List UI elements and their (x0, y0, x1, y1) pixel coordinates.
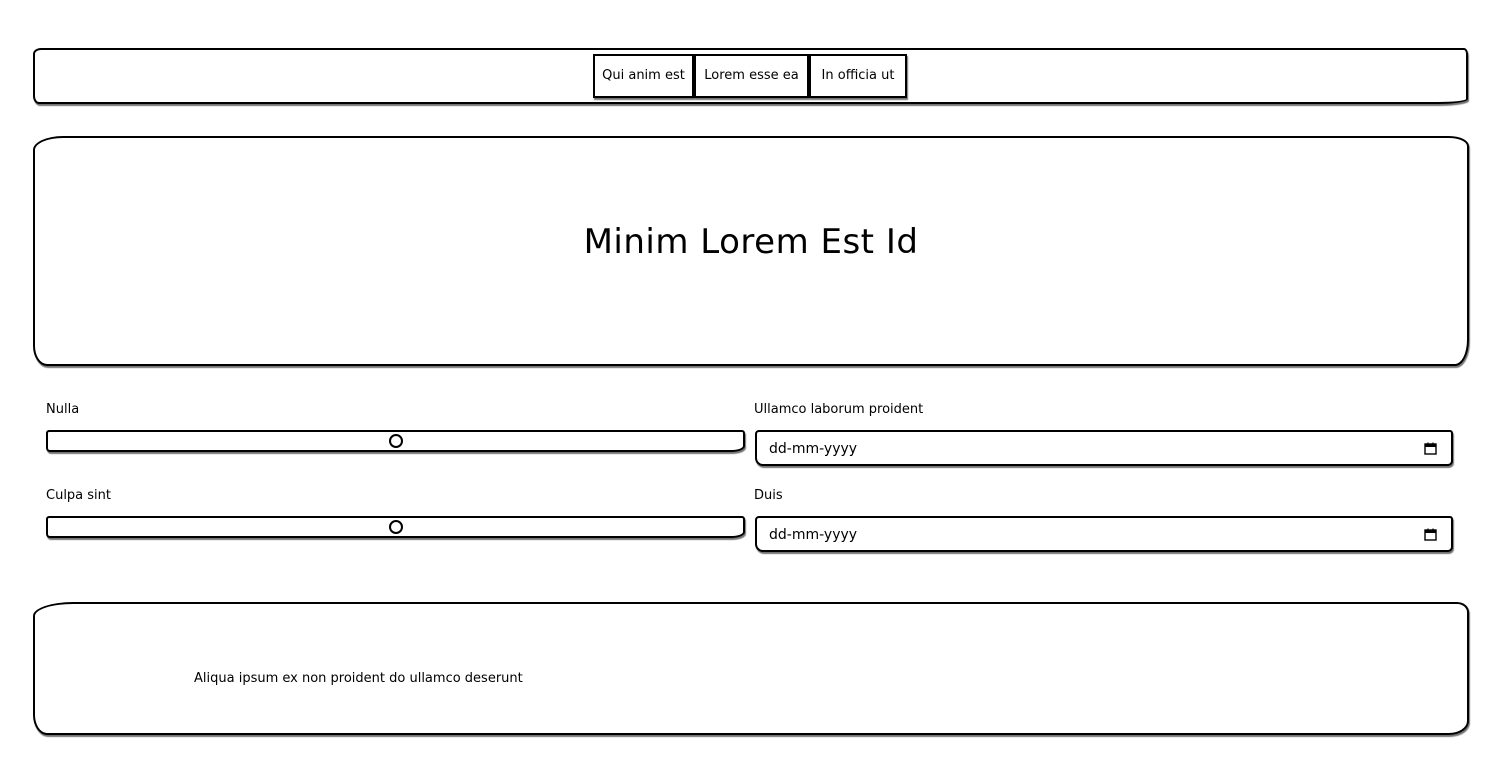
ullamco-label: Ullamco laborum proident (754, 402, 924, 417)
footer-text: Aliqua ipsum ex non proident do ullamco … (194, 671, 523, 686)
nav-button-in-officia-ut[interactable]: In officia ut (809, 54, 907, 98)
page-title: Minim Lorem Est Id (583, 222, 919, 262)
date-placeholder: dd-mm-yyyy (769, 441, 858, 457)
calendar-icon[interactable] (1424, 442, 1437, 455)
date-placeholder: dd-mm-yyyy (769, 527, 858, 543)
nulla-range-slider[interactable] (46, 430, 745, 452)
nav-button-qui-anim-est[interactable]: Qui anim est (593, 54, 694, 98)
duis-date-input[interactable]: dd-mm-yyyy (755, 516, 1453, 552)
duis-label: Duis (754, 488, 783, 503)
culpa-range-slider[interactable] (46, 516, 745, 538)
ullamco-date-input[interactable]: dd-mm-yyyy (755, 430, 1453, 466)
calendar-icon[interactable] (1424, 528, 1437, 541)
nulla-label: Nulla (46, 402, 80, 417)
culpa-label: Culpa sint (46, 488, 111, 503)
footer-section (33, 602, 1469, 735)
range-thumb[interactable] (389, 520, 403, 534)
nav-button-lorem-esse-ea[interactable]: Lorem esse ea (694, 54, 809, 98)
range-thumb[interactable] (389, 434, 403, 448)
